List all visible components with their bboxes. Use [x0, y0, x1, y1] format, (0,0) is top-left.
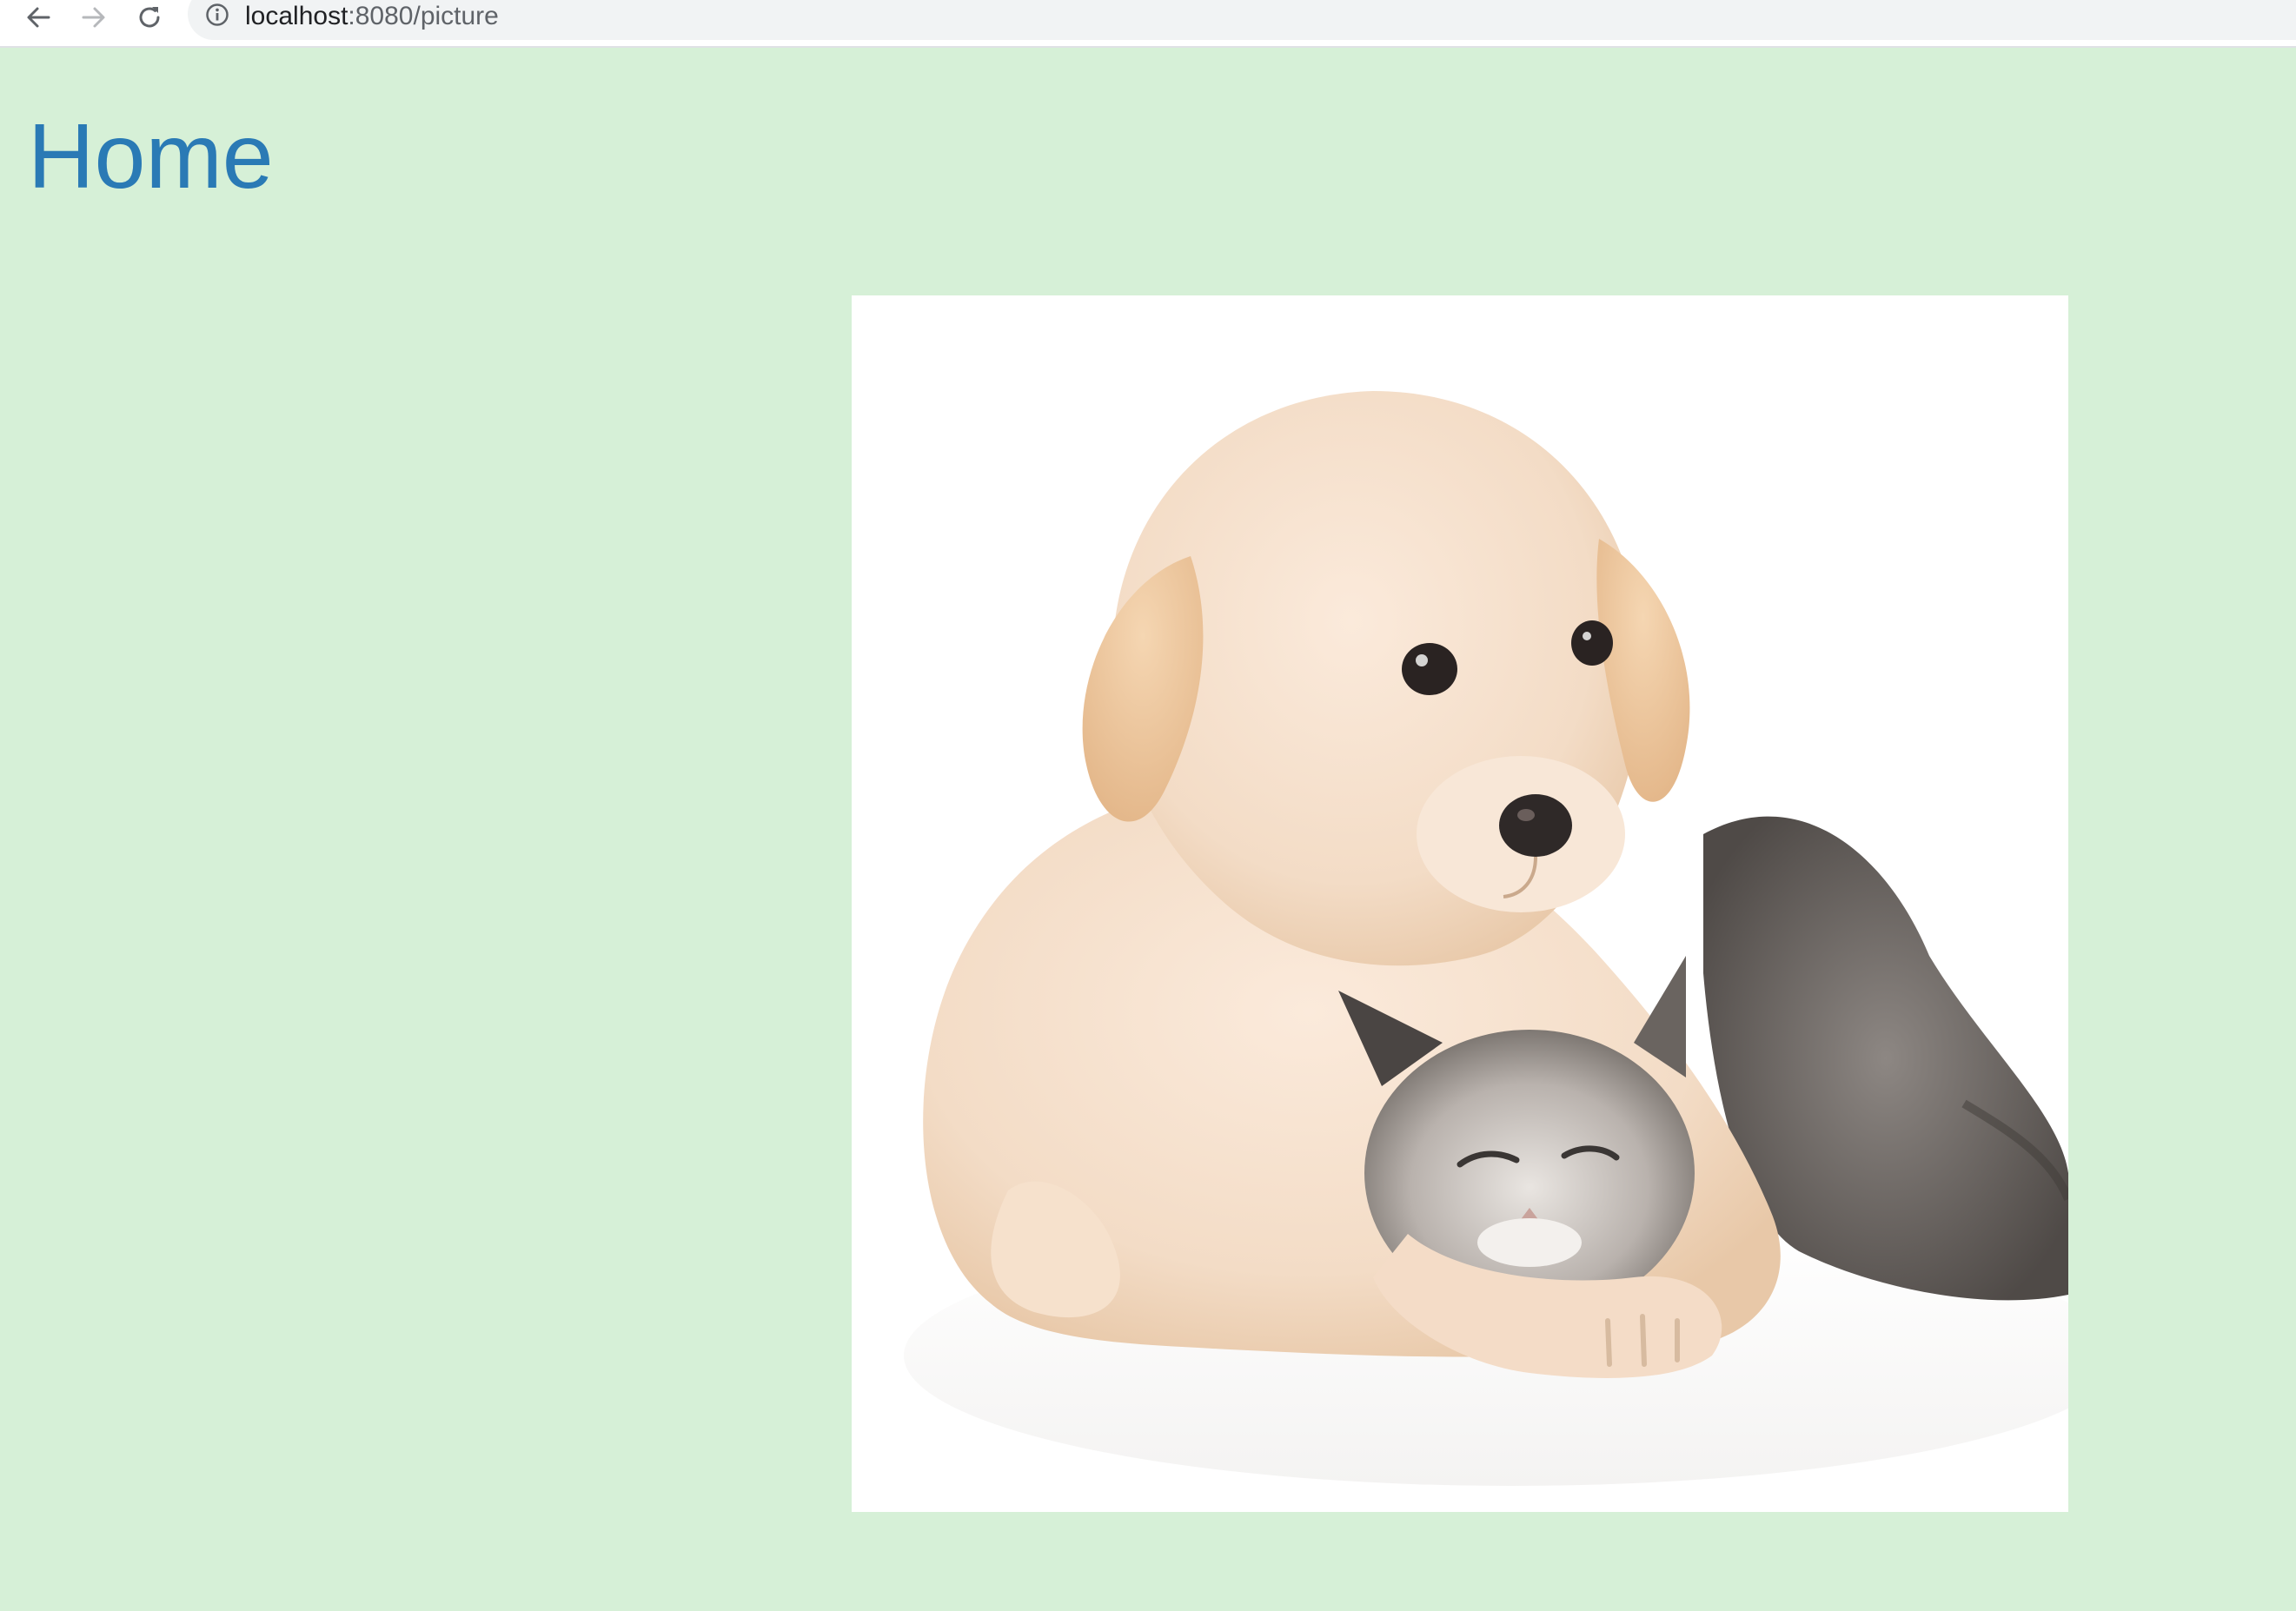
reload-button[interactable] [125, 0, 174, 35]
arrow-right-icon [82, 7, 105, 28]
url-path: :8080/picture [348, 2, 499, 30]
url-text[interactable]: localhost:8080/picture [245, 2, 499, 31]
info-icon[interactable] [205, 3, 229, 27]
forward-button[interactable] [70, 0, 118, 35]
home-link[interactable]: Home [28, 103, 274, 210]
reload-icon [139, 7, 160, 28]
arrow-left-icon [27, 7, 50, 28]
browser-toolbar: localhost:8080/picture [0, 0, 2296, 48]
puppy-kitten-photo [852, 295, 2068, 1512]
url-host: localhost [245, 2, 348, 30]
back-button[interactable] [14, 0, 63, 35]
picture-frame [852, 295, 2068, 1512]
address-bar[interactable]: localhost:8080/picture [188, 0, 2296, 40]
